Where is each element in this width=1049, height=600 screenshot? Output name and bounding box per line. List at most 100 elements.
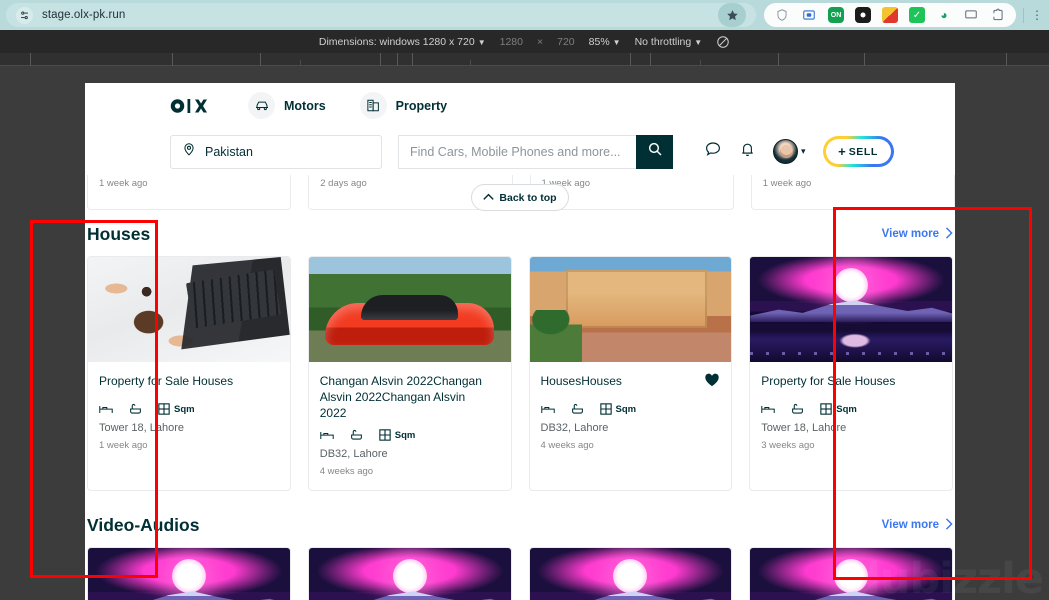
header-top-row: Motors Property <box>85 83 955 128</box>
listing-cards-houses: Property for Sale Houses Sqm Tower 18, L… <box>87 256 953 491</box>
spec-bed <box>761 404 775 415</box>
bookmark-star-icon[interactable] <box>718 3 746 27</box>
grammar-extension-icon[interactable]: ◕ <box>936 7 952 23</box>
listing-specs: Sqm <box>761 403 941 415</box>
listing-card[interactable]: Property for Sale Houses Sqm Tower 18, L… <box>87 256 291 491</box>
on-toggle-extension-icon[interactable]: ON <box>828 7 844 23</box>
plus-icon: + <box>838 144 846 159</box>
spec-bed <box>99 404 113 415</box>
viewport-width-input[interactable]: 1280 <box>500 36 523 48</box>
listing-location: DB32, Lahore <box>540 422 609 434</box>
nav-item-property-label: Property <box>395 98 448 113</box>
listing-image <box>750 257 952 362</box>
user-menu[interactable]: ▾ <box>773 139 806 164</box>
spec-area: Sqm <box>820 403 857 415</box>
spec-bath <box>350 429 363 441</box>
bed-icon <box>320 431 334 439</box>
listing-card[interactable]: Changan Alsvin 2022Changan Alsvin 2022Ch… <box>307 256 512 491</box>
spec-bath <box>571 403 584 415</box>
view-more-video-audios[interactable]: View more <box>881 517 953 533</box>
area-icon <box>599 403 612 415</box>
browser-menu-icon[interactable]: ⋮ <box>1031 8 1043 22</box>
building-icon <box>359 92 387 119</box>
listing-specs: Sqm <box>99 403 279 415</box>
listing-image <box>88 257 290 362</box>
view-more-label: View more <box>881 519 939 531</box>
sell-button-label: SELL <box>848 145 878 158</box>
notification-bell-icon[interactable] <box>739 141 756 163</box>
screen-recorder-extension-icon[interactable] <box>801 7 817 23</box>
camera-extension-icon[interactable] <box>855 7 871 23</box>
area-icon <box>820 403 832 415</box>
bath-icon <box>130 403 141 414</box>
listing-body: HousesHouses Sqm DB32, Lahore 4 weeks ag… <box>530 362 732 464</box>
device-dimensions-select[interactable]: Dimensions: windows 1280 x 720 ▼ <box>319 36 486 48</box>
listing-card[interactable]: HousesHouses Sqm DB32, Lahore 4 weeks ag… <box>528 256 733 491</box>
card-time: 1 week ago <box>762 178 812 189</box>
location-value: Pakistan <box>205 144 253 159</box>
viewport-height-input[interactable]: 720 <box>557 36 575 48</box>
chevron-down-icon: ▼ <box>612 37 621 47</box>
section-header: Video-Audios View more <box>87 503 953 547</box>
shield-extension-icon[interactable] <box>774 7 790 23</box>
listing-location: Tower 18, Lahore <box>761 422 847 434</box>
cast-extension-icon[interactable] <box>963 7 979 23</box>
header-actions: ▾ + SELL <box>704 136 894 167</box>
address-bar[interactable]: stage.olx-pk.run <box>6 3 756 27</box>
bed-icon <box>99 405 113 413</box>
zoom-select[interactable]: 85% ▼ <box>589 36 621 48</box>
listing-time: 4 weeks ago <box>319 466 374 477</box>
dubizzle-watermark: dubizzle <box>850 554 1044 600</box>
avatar <box>773 139 798 164</box>
sell-button[interactable]: + SELL <box>822 136 894 167</box>
spec-bed <box>320 430 334 441</box>
listing-image <box>308 548 511 600</box>
listing-time: 3 weeks ago <box>761 440 815 451</box>
throttling-select[interactable]: No throttling ▼ <box>635 36 703 48</box>
bath-icon <box>792 403 804 414</box>
search-input[interactable]: Find Cars, Mobile Phones and more... <box>398 134 636 169</box>
nav-item-property[interactable]: Property <box>359 92 448 119</box>
chat-bubble-icon[interactable] <box>704 140 722 163</box>
chevron-down-icon: ▾ <box>801 146 806 156</box>
rotate-device-icon[interactable] <box>716 35 730 49</box>
bath-icon <box>571 403 583 414</box>
screenshot-root: stage.olx-pk.run ON ✓ ◕ ⋮ Dimensions: wi… <box>0 0 1049 600</box>
spec-area: Sqm <box>599 403 636 415</box>
spec-bed <box>540 404 555 415</box>
chevron-right-icon <box>945 517 953 533</box>
truncated-card[interactable]: 1 week ago <box>750 175 955 210</box>
listing-time: 1 week ago <box>99 440 148 451</box>
location-input[interactable]: Pakistan <box>170 134 382 169</box>
listing-card[interactable] <box>87 547 291 600</box>
section-video-audios: Video-Audios View more <box>85 503 955 600</box>
favorite-heart-icon[interactable] <box>704 372 720 391</box>
truncated-card[interactable]: 1 week ago <box>87 175 292 210</box>
location-pin-icon <box>182 142 196 161</box>
listing-title: Changan Alsvin 2022Changan Alsvin 2022Ch… <box>319 374 482 420</box>
listing-card[interactable]: Property for Sale Houses Sqm Tower 18, L… <box>749 256 953 491</box>
back-to-top-button[interactable]: Back to top <box>471 184 569 211</box>
sell-button-inner: + SELL <box>825 139 891 164</box>
listing-body: Property for Sale Houses Sqm Tower 18, L… <box>750 362 952 464</box>
section-title: Video-Audios <box>87 514 200 535</box>
site-settings-icon[interactable] <box>16 6 33 24</box>
devtools-ruler <box>0 53 1049 66</box>
listing-card[interactable] <box>528 547 733 600</box>
olx-logo[interactable] <box>170 95 214 117</box>
devtools-device-toolbar: Dimensions: windows 1280 x 720 ▼ 1280 × 7… <box>0 30 1049 53</box>
puzzle-extension-icon[interactable] <box>990 7 1006 23</box>
listing-location: DB32, Lahore <box>319 448 388 460</box>
spec-area: Sqm <box>379 429 415 441</box>
listing-specs: Sqm <box>540 403 721 415</box>
listing-location: Tower 18, Lahore <box>99 422 184 434</box>
search-button[interactable] <box>636 134 673 169</box>
bath-icon <box>350 429 362 440</box>
color-grid-extension-icon[interactable] <box>882 7 898 23</box>
nav-item-motors[interactable]: Motors <box>248 92 326 119</box>
listing-card[interactable] <box>307 547 512 600</box>
check-extension-icon[interactable]: ✓ <box>909 7 925 23</box>
view-more-houses[interactable]: View more <box>882 226 953 242</box>
section-header: Houses View more <box>87 212 953 256</box>
car-icon <box>248 92 275 119</box>
